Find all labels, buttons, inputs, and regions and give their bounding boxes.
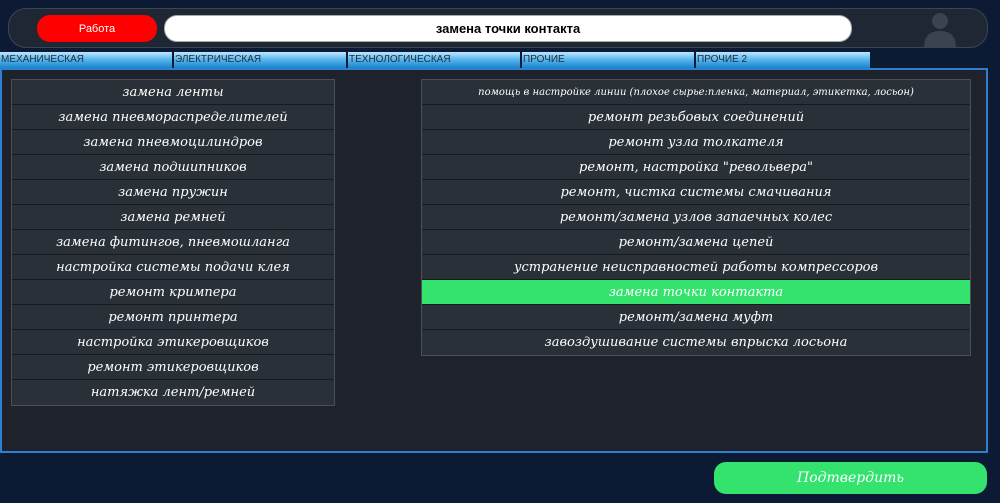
list-item[interactable]: устранение неисправностей работы компрес… — [422, 255, 970, 280]
list-item[interactable]: ремонт/замена муфт — [422, 305, 970, 330]
category-tabs: МЕХАНИЧЕСКАЯ ЭЛЕКТРИЧЕСКАЯ ТЕХНОЛОГИЧЕСК… — [0, 52, 878, 68]
list-item[interactable]: замена ленты — [12, 80, 334, 105]
user-avatar-icon[interactable] — [920, 10, 960, 48]
confirm-button[interactable]: Подтвердить — [714, 462, 987, 494]
list-item[interactable]: ремонт/замена цепей — [422, 230, 970, 255]
status-button[interactable]: Работа — [37, 15, 157, 42]
tab-other-2[interactable]: ПРОЧИЕ 2 — [696, 52, 870, 68]
list-item[interactable]: ремонт узла толкателя — [422, 130, 970, 155]
list-item[interactable]: замена пневмоцилиндров — [12, 130, 334, 155]
list-item[interactable]: замена пневмораспределителей — [12, 105, 334, 130]
list-item[interactable]: замена подшипников — [12, 155, 334, 180]
list-item-selected[interactable]: замена точки контакта — [422, 280, 970, 305]
list-item[interactable]: ремонт принтера — [12, 305, 334, 330]
tab-electrical[interactable]: ЭЛЕКТРИЧЕСКАЯ — [174, 52, 348, 68]
list-item[interactable]: ремонт кримпера — [12, 280, 334, 305]
tab-other[interactable]: ПРОЧИЕ — [522, 52, 696, 68]
page-title: замена точки контакта — [164, 15, 852, 42]
list-item[interactable]: замена ремней — [12, 205, 334, 230]
list-item[interactable]: замена фитингов, пневмошланга — [12, 230, 334, 255]
list-item[interactable]: ремонт этикеровщиков — [12, 355, 334, 380]
list-item[interactable]: натяжка лент/ремней — [12, 380, 334, 405]
list-item[interactable]: настройка этикеровщиков — [12, 330, 334, 355]
list-item[interactable]: помощь в настройке линии (плохое сырье:п… — [422, 80, 970, 105]
list-item[interactable]: ремонт, настройка "револьвера" — [422, 155, 970, 180]
list-item[interactable]: настройка системы подачи клея — [12, 255, 334, 280]
tab-technological[interactable]: ТЕХНОЛОГИЧЕСКАЯ — [348, 52, 522, 68]
right-repair-list: помощь в настройке линии (плохое сырье:п… — [421, 79, 971, 356]
list-item[interactable]: ремонт резьбовых соединений — [422, 105, 970, 130]
left-repair-list: замена ленты замена пневмораспределителе… — [11, 79, 335, 406]
list-item[interactable]: ремонт/замена узлов запаечных колес — [422, 205, 970, 230]
list-item[interactable]: ремонт, чистка системы смачивания — [422, 180, 970, 205]
tab-mechanical[interactable]: МЕХАНИЧЕСКАЯ — [0, 52, 174, 68]
list-item[interactable]: завоздушивание системы впрыска лосьона — [422, 330, 970, 355]
list-item[interactable]: замена пружин — [12, 180, 334, 205]
